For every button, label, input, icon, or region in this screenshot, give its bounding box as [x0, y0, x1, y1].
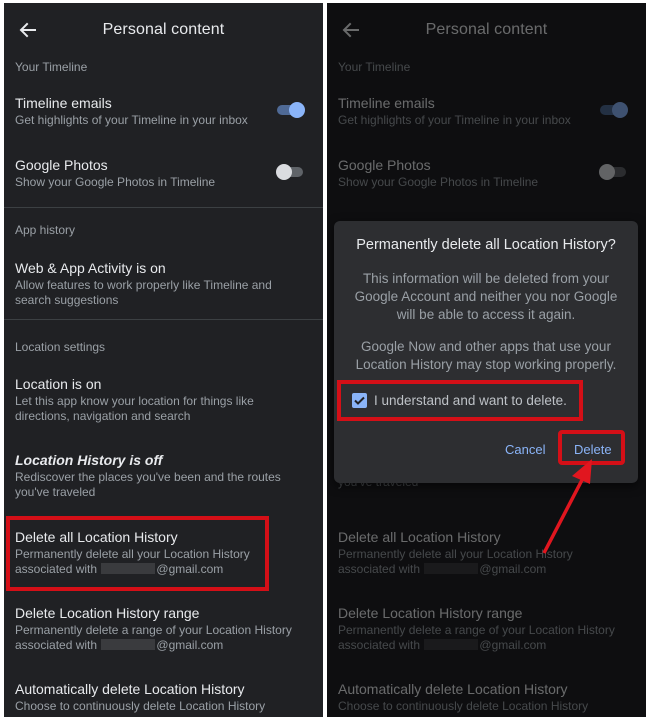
subtitle-prefix: associated with: [15, 638, 98, 652]
dialog-body-line: Location History may stop working proper…: [355, 357, 617, 372]
item-title: Google Photos: [15, 157, 108, 173]
setting-auto-delete-location-history[interactable]: Automatically delete Location History Ch…: [15, 680, 315, 714]
section-header-location-settings: Location settings: [15, 340, 106, 354]
dialog-title: Permanently delete all Location History?: [356, 237, 616, 253]
dialog-body-line: will be able to access it again.: [396, 307, 576, 322]
section-header-timeline: Your Timeline: [15, 60, 88, 74]
item-subtitle-line2: directions, navigation and search: [15, 409, 191, 423]
setting-web-app-activity[interactable]: Web & App Activity is on Allow features …: [15, 259, 315, 308]
item-subtitle: Show your Google Photos in Timeline: [15, 175, 216, 189]
dialog-body-line: Google Account and neither you nor Googl…: [354, 289, 618, 304]
item-subtitle-line1: Choose to continuously delete Location H…: [15, 699, 266, 713]
settings-screen-right: Personal content Your Timeline Timeline …: [327, 3, 646, 717]
email-suffix: @gmail.com: [156, 638, 224, 652]
section-header-app-history: App history: [15, 223, 76, 237]
highlight-box-delete-all: [6, 516, 269, 591]
app-bar: Personal content: [4, 3, 323, 58]
dialog-body-paragraph-2: Google Now and other apps that use your …: [346, 338, 626, 374]
item-subtitle: Get highlights of your Timeline in your …: [15, 113, 248, 127]
item-title: Delete Location History range: [15, 605, 200, 621]
divider: [4, 319, 323, 320]
cancel-button[interactable]: Cancel: [505, 442, 545, 457]
highlight-box-delete-button: [558, 430, 625, 465]
item-subtitle-line2: associated with @gmail.com: [15, 638, 315, 653]
setting-google-photos[interactable]: Google Photos Show your Google Photos in…: [15, 156, 277, 190]
item-subtitle-line1: Let this app know your location for thin…: [15, 394, 254, 408]
toggle-thumb: [289, 102, 305, 118]
item-title: Location is on: [15, 376, 102, 392]
item-subtitle-line1: Rediscover the places you've been and th…: [15, 470, 281, 484]
setting-location-on[interactable]: Location is on Let this app know your lo…: [15, 375, 315, 424]
dialog-body-line: Google Now and other apps that use your: [361, 339, 611, 354]
item-title: Location History is off: [15, 452, 163, 468]
dialog-body-paragraph-1: This information will be deleted from yo…: [346, 270, 626, 324]
settings-screen-left: Personal content Your Timeline Timeline …: [4, 3, 323, 717]
setting-timeline-emails[interactable]: Timeline emails Get highlights of your T…: [15, 94, 277, 128]
item-title: Web & App Activity is on: [15, 260, 166, 276]
item-subtitle-line1: Permanently delete a range of your Locat…: [15, 623, 292, 637]
google-photos-toggle[interactable]: [276, 164, 303, 180]
dialog-body-line: This information will be deleted from yo…: [362, 271, 610, 286]
highlight-box-checkbox: [337, 380, 583, 421]
item-title: Automatically delete Location History: [15, 681, 245, 697]
timeline-emails-toggle[interactable]: [277, 102, 305, 118]
redacted-email: [101, 639, 156, 650]
setting-location-history[interactable]: Location History is off Rediscover the p…: [15, 451, 315, 500]
toggle-thumb: [276, 164, 292, 180]
item-subtitle-line2: search suggestions: [15, 293, 119, 307]
setting-delete-location-history-range[interactable]: Delete Location History range Permanentl…: [15, 604, 315, 653]
page-title: Personal content: [102, 21, 225, 38]
item-subtitle-line2: you've traveled: [15, 485, 96, 499]
item-subtitle-line1: Allow features to work properly like Tim…: [15, 278, 272, 292]
item-title: Timeline emails: [15, 95, 112, 111]
divider: [4, 207, 323, 208]
